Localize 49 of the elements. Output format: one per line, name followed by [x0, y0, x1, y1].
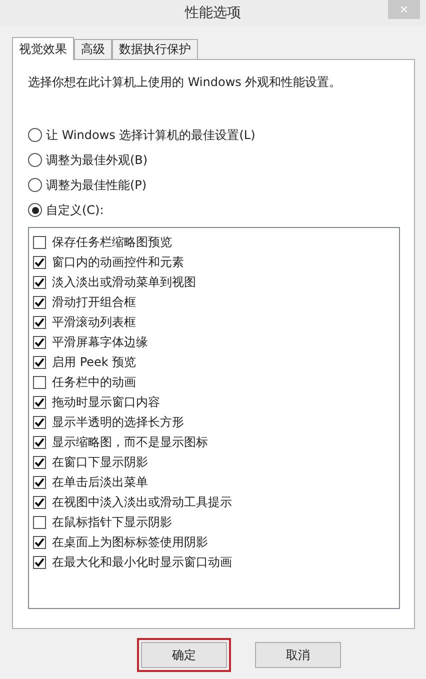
- tab[interactable]: 视觉效果: [12, 37, 74, 60]
- radio-label[interactable]: 调整为最佳性能(P): [46, 176, 147, 194]
- option-label[interactable]: 保存任务栏缩略图预览: [52, 234, 172, 250]
- checkbox[interactable]: [33, 436, 46, 448]
- option-label[interactable]: 淡入淡出或滑动菜单到视图: [52, 274, 196, 290]
- tab[interactable]: 数据执行保护: [112, 39, 198, 59]
- checkbox[interactable]: [33, 476, 46, 488]
- option-label[interactable]: 任务栏中的动画: [52, 374, 136, 390]
- option-label[interactable]: 启用 Peek 预览: [52, 354, 136, 370]
- radio-button[interactable]: [28, 153, 42, 167]
- option-label[interactable]: 在窗口下显示阴影: [52, 454, 148, 470]
- checkbox[interactable]: [33, 416, 46, 428]
- option-label[interactable]: 在鼠标指针下显示阴影: [52, 514, 172, 530]
- checkbox[interactable]: [33, 516, 46, 528]
- radio-button[interactable]: [28, 128, 42, 142]
- option-label[interactable]: 在视图中淡入淡出或滑动工具提示: [52, 494, 232, 510]
- option-label[interactable]: 在最大化和最小化时显示窗口动画: [52, 554, 232, 570]
- option-label[interactable]: 显示缩略图，而不是显示图标: [52, 434, 208, 450]
- option-label[interactable]: 在桌面上为图标标签使用阴影: [52, 534, 208, 550]
- description-text: 选择你想在此计算机上使用的 Windows 外观和性能设置。: [28, 74, 342, 91]
- option-label[interactable]: 显示半透明的选择长方形: [52, 414, 184, 430]
- checkbox[interactable]: [33, 536, 46, 548]
- option-label[interactable]: 在单击后淡出菜单: [52, 474, 148, 490]
- checkbox[interactable]: [33, 336, 46, 348]
- option-label[interactable]: 窗口内的动画控件和元素: [52, 254, 184, 270]
- tab[interactable]: 高级: [74, 39, 112, 59]
- checkbox[interactable]: [33, 236, 46, 248]
- option-label[interactable]: 滑动打开组合框: [52, 294, 136, 310]
- checkbox[interactable]: [33, 456, 46, 468]
- window-title: 性能选项: [185, 4, 241, 22]
- checkbox[interactable]: [33, 356, 46, 368]
- checkbox[interactable]: [33, 556, 46, 568]
- checkbox[interactable]: [33, 276, 46, 288]
- radio-label[interactable]: 调整为最佳外观(B): [46, 152, 148, 168]
- checkbox[interactable]: [33, 316, 46, 328]
- radio-label[interactable]: 自定义(C):: [46, 202, 104, 218]
- dialog-button[interactable]: 确定: [141, 642, 227, 668]
- radio-button[interactable]: [28, 178, 42, 192]
- checkbox[interactable]: [33, 496, 46, 508]
- radio-button[interactable]: [28, 203, 42, 217]
- dialog-button[interactable]: 取消: [255, 642, 341, 668]
- checkbox[interactable]: [33, 396, 46, 408]
- checkbox[interactable]: [33, 296, 46, 308]
- radio-label[interactable]: 让 Windows 选择计算机的最佳设置(L): [46, 126, 256, 144]
- checkbox[interactable]: [33, 256, 46, 268]
- checkbox[interactable]: [33, 376, 46, 388]
- option-label[interactable]: 平滑屏幕字体边缘: [52, 334, 148, 350]
- option-label[interactable]: 平滑滚动列表框: [52, 314, 136, 330]
- option-label[interactable]: 拖动时显示窗口内容: [52, 394, 160, 410]
